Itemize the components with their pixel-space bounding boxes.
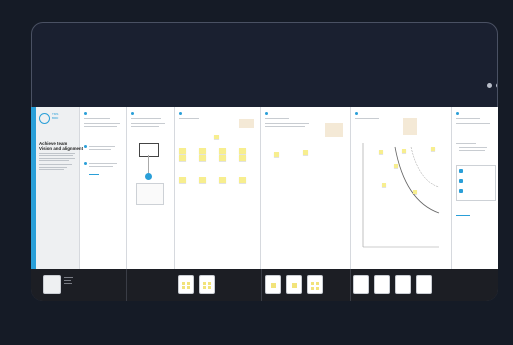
sticky-note[interactable] <box>303 150 308 155</box>
frame-thumbnail[interactable] <box>286 275 302 294</box>
text-line <box>456 123 490 124</box>
sticky-note[interactable] <box>379 150 383 154</box>
frame-thumbnail[interactable] <box>374 275 390 294</box>
step-number <box>179 112 182 115</box>
text-line <box>456 143 476 144</box>
sticky-note[interactable] <box>402 149 406 153</box>
frame-thumbnail[interactable] <box>395 275 411 294</box>
text-line <box>84 123 120 124</box>
sticky-note[interactable] <box>394 164 398 168</box>
divider <box>126 269 127 301</box>
quadrant-chart <box>362 143 440 248</box>
frame-thumbnail[interactable] <box>416 275 432 294</box>
text-line <box>131 126 159 127</box>
accent-bar <box>31 107 36 269</box>
sticky-note[interactable] <box>413 190 417 194</box>
text-line <box>89 149 111 150</box>
text-line <box>265 126 305 127</box>
sticky-note[interactable] <box>239 155 246 161</box>
sticky-note[interactable] <box>179 155 186 161</box>
frame-box <box>139 143 159 157</box>
section-3 <box>175 107 261 269</box>
check-icon <box>459 189 463 193</box>
learn-more-link[interactable] <box>89 174 99 175</box>
heading-line <box>355 118 379 119</box>
section-2 <box>127 107 175 269</box>
check-icon <box>459 179 463 183</box>
section-5 <box>351 107 452 269</box>
sticky-note[interactable] <box>219 148 226 154</box>
sticky-note[interactable] <box>199 177 206 183</box>
text-line <box>459 150 485 151</box>
sticky-note[interactable] <box>179 177 186 183</box>
sticky-note[interactable] <box>179 148 186 154</box>
heading-line <box>84 118 110 119</box>
logo-text: TMS BRD <box>52 112 59 120</box>
frame-thumbnail[interactable] <box>353 275 369 294</box>
step-number <box>84 162 87 165</box>
text-line <box>89 146 115 147</box>
sticky-note[interactable] <box>214 135 219 139</box>
note-card <box>239 119 254 128</box>
text-line <box>89 163 117 164</box>
step-number <box>84 112 87 115</box>
heading-line <box>265 118 289 119</box>
text-line <box>131 123 165 124</box>
connector <box>148 155 149 173</box>
logo-icon <box>39 113 50 124</box>
heading-line <box>179 118 199 119</box>
frame-thumbnail[interactable] <box>265 275 281 294</box>
sticky-note[interactable] <box>274 152 279 157</box>
sticky-note[interactable] <box>219 177 226 183</box>
sticky-note[interactable] <box>239 148 246 154</box>
step-number <box>265 112 268 115</box>
detail-card <box>136 183 164 205</box>
checklist-card <box>456 165 496 201</box>
frame-thumbnail[interactable] <box>307 275 323 294</box>
frames-strip <box>31 269 498 301</box>
step-number <box>355 112 358 115</box>
divider <box>261 269 262 301</box>
sticky-note[interactable] <box>199 148 206 154</box>
frame-thumbnail[interactable] <box>199 275 215 294</box>
learn-more-link[interactable] <box>456 215 470 216</box>
frame-thumbnail[interactable] <box>43 275 61 294</box>
intro-panel: TMS BRD Achieve team Vision and alignmen… <box>31 107 84 269</box>
center-node-icon <box>145 173 152 180</box>
note-card <box>403 118 417 135</box>
text-line <box>89 166 113 167</box>
sticky-note[interactable] <box>382 183 386 187</box>
sticky-note[interactable] <box>239 177 246 183</box>
step-number <box>131 112 134 115</box>
dot <box>487 83 492 88</box>
text-line <box>265 123 309 124</box>
sticky-note[interactable] <box>431 147 435 151</box>
dot <box>496 83 497 88</box>
sticky-note[interactable] <box>219 155 226 161</box>
step-number <box>84 145 87 148</box>
section-6 <box>452 107 498 269</box>
heading-line <box>131 118 161 119</box>
note-card <box>325 123 343 137</box>
heading-line <box>456 118 480 119</box>
text-line <box>84 126 117 127</box>
check-icon <box>459 169 463 173</box>
board-title: Achieve team Vision and alignment <box>39 141 84 151</box>
section-4 <box>261 107 351 269</box>
frame-caption <box>64 277 74 284</box>
more-options-icon[interactable] <box>487 83 497 88</box>
text-line <box>459 147 487 148</box>
frame-thumbnail[interactable] <box>178 275 194 294</box>
section-1 <box>80 107 127 269</box>
intro-description <box>39 153 77 171</box>
template-board[interactable]: TMS BRD Achieve team Vision and alignmen… <box>31 107 498 269</box>
step-number <box>456 112 459 115</box>
divider <box>350 269 351 301</box>
sticky-note[interactable] <box>199 155 206 161</box>
